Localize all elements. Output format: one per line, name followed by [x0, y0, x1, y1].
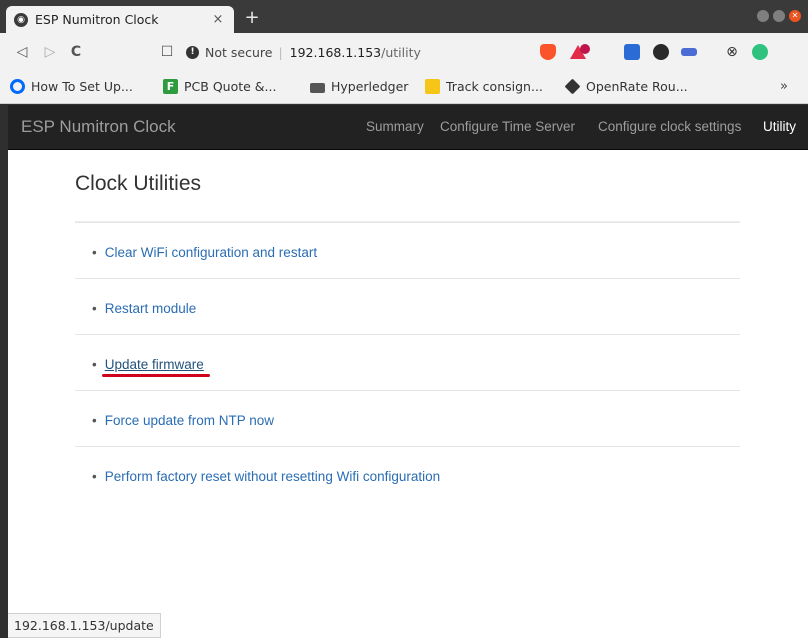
new-tab-button[interactable]: + — [242, 8, 262, 28]
close-window-icon[interactable]: ✕ — [789, 10, 801, 22]
list-item: • Restart module — [75, 278, 740, 334]
digitalocean-icon — [10, 79, 25, 94]
bullet: • — [92, 469, 97, 484]
not-secure-label[interactable]: Not secure — [205, 45, 272, 60]
force-ntp-update-link[interactable]: Force update from NTP now — [105, 413, 274, 428]
bookmark-label: OpenRate Rou... — [586, 79, 688, 94]
list-item: • Clear WiFi configuration and restart — [75, 222, 740, 278]
status-bar-url: 192.168.1.153/update — [8, 613, 161, 638]
nav-utility[interactable]: Utility — [763, 119, 796, 134]
site-brand[interactable]: ESP Numitron Clock — [21, 117, 176, 137]
restart-module-link[interactable]: Restart module — [105, 301, 197, 316]
utility-list: • Clear WiFi configuration and restart • R… — [75, 222, 740, 502]
update-firmware-link[interactable]: Update firmware — [105, 357, 204, 372]
page-header: Clock Utilities — [75, 172, 740, 222]
nav-configure-clock-settings[interactable]: Configure clock settings — [598, 119, 741, 134]
bookmark-label: How To Set Up... — [31, 79, 133, 94]
brave-rewards-icon[interactable] — [568, 44, 590, 60]
bookmark-item[interactable]: How To Set Up... — [10, 79, 133, 94]
browser-toolbar: ◁ ▷ C ☐ ! Not secure | 192.168.1.153/uti… — [0, 33, 808, 71]
bookmarks-overflow-button[interactable]: » — [780, 79, 788, 94]
tab-esp-numitron-clock[interactable]: ◉ ESP Numitron Clock × — [6, 6, 234, 33]
sync-status-icon[interactable] — [752, 44, 768, 60]
url-host[interactable]: 192.168.1.153 — [290, 45, 381, 60]
bookmark-item[interactable]: Hyperledger — [310, 79, 408, 94]
tab-strip: ◉ ESP Numitron Clock × + ✕ — [0, 0, 808, 33]
nav-summary[interactable]: Summary — [366, 119, 424, 134]
bookmark-label: Hyperledger — [331, 79, 409, 94]
clear-wifi-link[interactable]: Clear WiFi configuration and restart — [105, 245, 317, 260]
folder-icon — [310, 82, 325, 93]
highlight-underline — [102, 374, 210, 377]
bullet: • — [92, 301, 97, 316]
info-icon[interactable]: ! — [186, 45, 199, 59]
forward-icon[interactable]: ▷ — [40, 42, 60, 62]
list-item: • Perform factory reset without resetting… — [75, 446, 740, 502]
list-item: • Force update from NTP now — [75, 390, 740, 446]
extension-tray-icon[interactable] — [681, 48, 697, 56]
bitwarden-icon[interactable] — [624, 44, 640, 60]
url-path[interactable]: /utility — [381, 45, 421, 60]
browser-window: ◉ ESP Numitron Clock × + ✕ ◁ ▷ C ☐ ! Not… — [0, 0, 808, 638]
bullet: • — [92, 357, 97, 372]
back-icon[interactable]: ◁ — [12, 42, 32, 62]
bookmark-icon[interactable]: ☐ — [157, 42, 177, 62]
bookmark-item[interactable]: F PCB Quote &... — [163, 79, 276, 94]
openrate-icon — [564, 78, 581, 95]
brave-shield-icon[interactable] — [540, 44, 556, 60]
bullet: • — [92, 245, 97, 260]
page-viewport: ESP Numitron Clock Summary Configure Tim… — [8, 105, 808, 638]
bullet: • — [92, 413, 97, 428]
reload-icon[interactable]: C — [66, 42, 86, 62]
bookmark-label: Track consign... — [446, 79, 543, 94]
tab-close-icon[interactable]: × — [210, 12, 226, 27]
minimize-icon[interactable] — [757, 10, 769, 22]
tab-title: ESP Numitron Clock — [35, 12, 159, 27]
profile-icon[interactable]: ⊗ — [722, 42, 742, 62]
bookmark-item[interactable]: OpenRate Rou... — [564, 78, 688, 95]
list-item: • Update firmware — [75, 334, 740, 390]
page-title: Clock Utilities — [75, 172, 202, 195]
bookmark-label: PCB Quote &... — [184, 79, 277, 94]
bookmark-item[interactable]: Track consign... — [425, 79, 543, 94]
maximize-icon[interactable] — [773, 10, 785, 22]
address-bar[interactable]: ! Not secure | 192.168.1.153/utility — [186, 40, 530, 64]
pcb-icon: F — [163, 79, 178, 94]
site-navbar: ESP Numitron Clock Summary Configure Tim… — [8, 105, 808, 150]
extension-icon[interactable] — [653, 44, 669, 60]
url-separator: | — [278, 44, 283, 60]
nav-configure-time-server[interactable]: Configure Time Server — [440, 119, 575, 134]
bookmarks-bar: How To Set Up... F PCB Quote &... Hyperl… — [0, 71, 808, 104]
globe-favicon-icon: ◉ — [14, 12, 28, 27]
factory-reset-link[interactable]: Perform factory reset without resetting … — [105, 469, 440, 484]
track-icon — [425, 79, 440, 94]
